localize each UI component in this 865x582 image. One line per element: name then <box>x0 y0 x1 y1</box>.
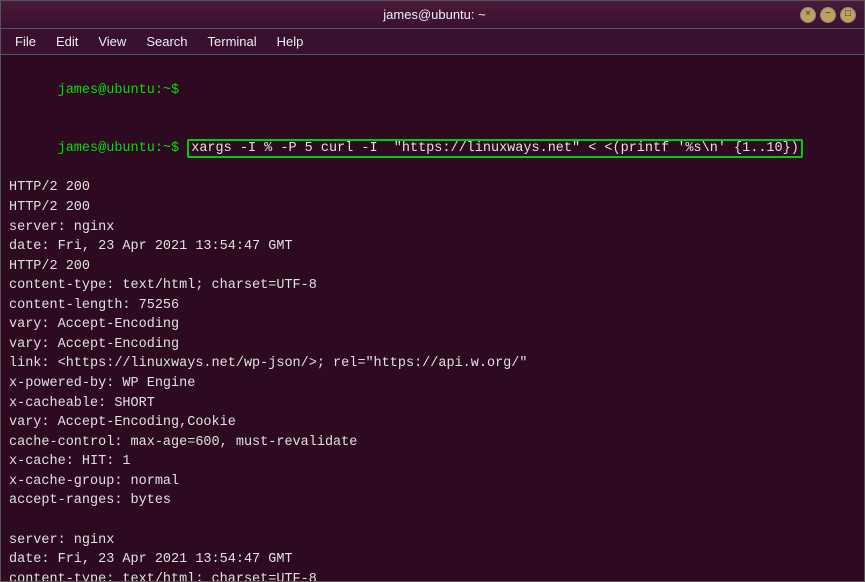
prompt-text-2: james@ubuntu:~$ <box>58 141 188 156</box>
menu-help[interactable]: Help <box>269 32 312 51</box>
output-line-14: x-cache: HIT: 1 <box>9 452 856 472</box>
output-line-1: HTTP/2 200 <box>9 198 856 218</box>
output-line-13: cache-control: max-age=600, must-revalid… <box>9 433 856 453</box>
menu-bar: File Edit View Search Terminal Help <box>1 29 864 55</box>
output-line-16: accept-ranges: bytes <box>9 491 856 511</box>
output-line-2: server: nginx <box>9 218 856 238</box>
output-line-5: content-type: text/html; charset=UTF-8 <box>9 276 856 296</box>
output-line-0: HTTP/2 200 <box>9 178 856 198</box>
output-line-9: link: <https://linuxways.net/wp-json/>; … <box>9 354 856 374</box>
prompt-text-1: james@ubuntu:~$ <box>58 83 188 98</box>
output-line-12: vary: Accept-Encoding,Cookie <box>9 413 856 433</box>
output-line-11: x-cacheable: SHORT <box>9 394 856 414</box>
terminal-line-command: james@ubuntu:~$ xargs -I % -P 5 curl -I … <box>9 120 856 179</box>
menu-edit[interactable]: Edit <box>48 32 86 51</box>
title-bar: james@ubuntu: ~ × − □ <box>1 1 864 29</box>
terminal-body[interactable]: james@ubuntu:~$ james@ubuntu:~$ xargs -I… <box>1 55 864 581</box>
output-line-10: x-powered-by: WP Engine <box>9 374 856 394</box>
menu-file[interactable]: File <box>7 32 44 51</box>
window-controls: × − □ <box>800 7 856 23</box>
minimize-button[interactable]: − <box>820 7 836 23</box>
output-line-18: server: nginx <box>9 531 856 551</box>
output-line-15: x-cache-group: normal <box>9 472 856 492</box>
output-line-6: content-length: 75256 <box>9 296 856 316</box>
output-line-3: date: Fri, 23 Apr 2021 13:54:47 GMT <box>9 237 856 257</box>
window-title: james@ubuntu: ~ <box>69 7 800 22</box>
terminal-command: xargs -I % -P 5 curl -I "https://linuxwa… <box>187 139 803 158</box>
terminal-window: james@ubuntu: ~ × − □ File Edit View Sea… <box>0 0 865 582</box>
menu-view[interactable]: View <box>90 32 134 51</box>
maximize-button[interactable]: □ <box>840 7 856 23</box>
terminal-line-prompt1: james@ubuntu:~$ <box>9 61 856 120</box>
output-line-4: HTTP/2 200 <box>9 257 856 277</box>
output-line-19: date: Fri, 23 Apr 2021 13:54:47 GMT <box>9 550 856 570</box>
output-line-7: vary: Accept-Encoding <box>9 315 856 335</box>
close-button[interactable]: × <box>800 7 816 23</box>
output-line-20: content-type: text/html; charset=UTF-8 <box>9 570 856 581</box>
menu-search[interactable]: Search <box>138 32 195 51</box>
menu-terminal[interactable]: Terminal <box>200 32 265 51</box>
output-line-8: vary: Accept-Encoding <box>9 335 856 355</box>
blank-line <box>9 511 856 531</box>
